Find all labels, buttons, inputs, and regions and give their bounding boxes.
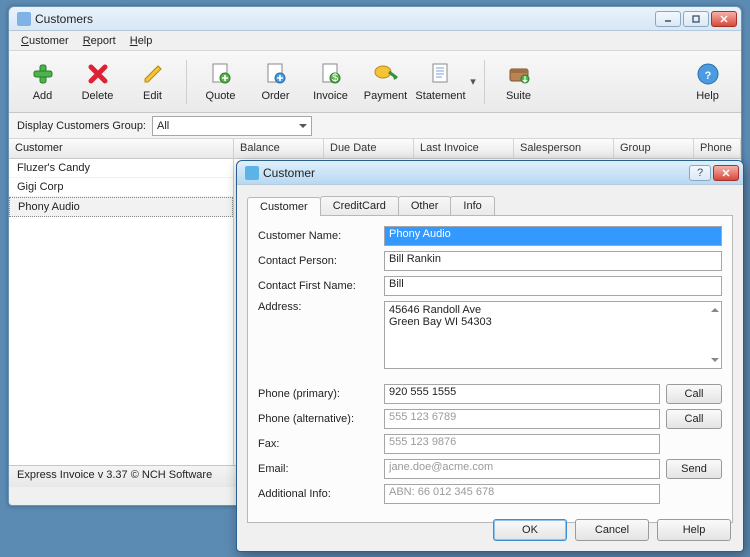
add-button[interactable]: Add [15,54,70,110]
suite-icon [506,61,532,87]
dialog-title: Customer [263,166,689,180]
phone-alt-field[interactable]: 555 123 6789 [384,409,660,429]
contact-first-field[interactable]: Bill [384,276,722,296]
payment-icon [373,61,399,87]
window-title: Customers [35,12,655,26]
filter-row: Display Customers Group: All [9,113,741,139]
list-item[interactable]: Gigi Corp [9,178,233,197]
customer-name-field[interactable]: Phony Audio [384,226,722,246]
toolbar-separator [484,60,485,104]
maximize-button[interactable] [683,11,709,27]
dialog-icon [245,166,259,180]
col-last-invoice[interactable]: Last Invoice [414,139,514,158]
label-phone-alt: Phone (alternative): [258,413,384,425]
tab-customer[interactable]: Customer [247,197,321,216]
menubar: Customer Report Help [9,31,741,51]
dialog-close-button[interactable] [713,165,739,181]
phone-primary-field[interactable]: 920 555 1555 [384,384,660,404]
call-primary-button[interactable]: Call [666,384,722,404]
delete-button[interactable]: Delete [70,54,125,110]
customer-list-header[interactable]: Customer [9,139,233,159]
dialog-titlebar[interactable]: Customer ? [237,161,743,185]
tab-info[interactable]: Info [450,196,494,215]
send-email-button[interactable]: Send [666,459,722,479]
statement-icon [428,61,454,87]
label-customer-name: Customer Name: [258,230,384,242]
close-button[interactable] [711,11,737,27]
label-fax: Fax: [258,438,384,450]
cancel-button[interactable]: Cancel [575,519,649,541]
dialog-help-button[interactable]: ? [689,165,711,181]
dialog-body: Customer CreditCard Other Info Customer … [237,185,743,529]
address-field[interactable]: 45646 Randoll Ave Green Bay WI 54303 [384,301,722,369]
x-icon [85,61,111,87]
scroll-down-icon[interactable] [711,358,719,366]
column-headers: Balance Due Date Last Invoice Salesperso… [234,139,741,159]
tab-other[interactable]: Other [398,196,452,215]
col-due-date[interactable]: Due Date [324,139,414,158]
col-group[interactable]: Group [614,139,694,158]
main-titlebar[interactable]: Customers [9,7,741,31]
list-item[interactable]: Fluzer's Candy [9,159,233,178]
customer-list: Customer Fluzer's Candy Gigi Corp Phony … [9,139,234,465]
svg-text:?: ? [704,70,711,82]
quote-icon [208,61,234,87]
app-icon [17,12,31,26]
ok-button[interactable]: OK [493,519,567,541]
statement-dropdown[interactable]: ▾ [468,54,478,110]
menu-help[interactable]: Help [124,33,159,49]
payment-button[interactable]: Payment [358,54,413,110]
fax-field[interactable]: 555 123 9876 [384,434,660,454]
toolbar: Add Delete Edit Quote Order $ Invoice Pa… [9,51,741,113]
label-additional: Additional Info: [258,488,384,500]
col-balance[interactable]: Balance [234,139,324,158]
invoice-button[interactable]: $ Invoice [303,54,358,110]
label-contact-first: Contact First Name: [258,280,384,292]
toolbar-separator [186,60,187,104]
help-icon: ? [695,61,721,87]
minimize-button[interactable] [655,11,681,27]
tab-panel: Customer Name: Phony Audio Contact Perso… [247,215,733,523]
pencil-icon [140,61,166,87]
label-email: Email: [258,463,384,475]
label-contact-person: Contact Person: [258,255,384,267]
menu-report[interactable]: Report [77,33,122,49]
scroll-up-icon[interactable] [711,304,719,312]
order-icon [263,61,289,87]
statement-button[interactable]: Statement [413,54,468,110]
order-button[interactable]: Order [248,54,303,110]
col-phone[interactable]: Phone [694,139,741,158]
group-combo[interactable]: All [152,116,312,136]
menu-customer[interactable]: Customer [15,33,75,49]
svg-text:$: $ [331,72,337,84]
edit-button[interactable]: Edit [125,54,180,110]
call-alt-button[interactable]: Call [666,409,722,429]
suite-button[interactable]: Suite [491,54,546,110]
dialog-tabs: Customer CreditCard Other Info [247,193,733,215]
quote-button[interactable]: Quote [193,54,248,110]
list-item[interactable]: Phony Audio [9,197,233,217]
email-field[interactable]: jane.doe@acme.com [384,459,660,479]
label-phone-primary: Phone (primary): [258,388,384,400]
invoice-icon: $ [318,61,344,87]
filter-label: Display Customers Group: [17,120,146,132]
label-address: Address: [258,301,384,313]
tab-creditcard[interactable]: CreditCard [320,196,399,215]
svg-text:?: ? [697,168,703,178]
dialog-help-footer-button[interactable]: Help [657,519,731,541]
contact-person-field[interactable]: Bill Rankin [384,251,722,271]
plus-icon [30,61,56,87]
additional-field[interactable]: ABN: 66 012 345 678 [384,484,660,504]
customer-dialog: Customer ? Customer CreditCard Other Inf… [236,160,744,552]
dialog-buttons: OK Cancel Help [493,519,731,541]
help-button[interactable]: ? Help [680,54,735,110]
col-salesperson[interactable]: Salesperson [514,139,614,158]
